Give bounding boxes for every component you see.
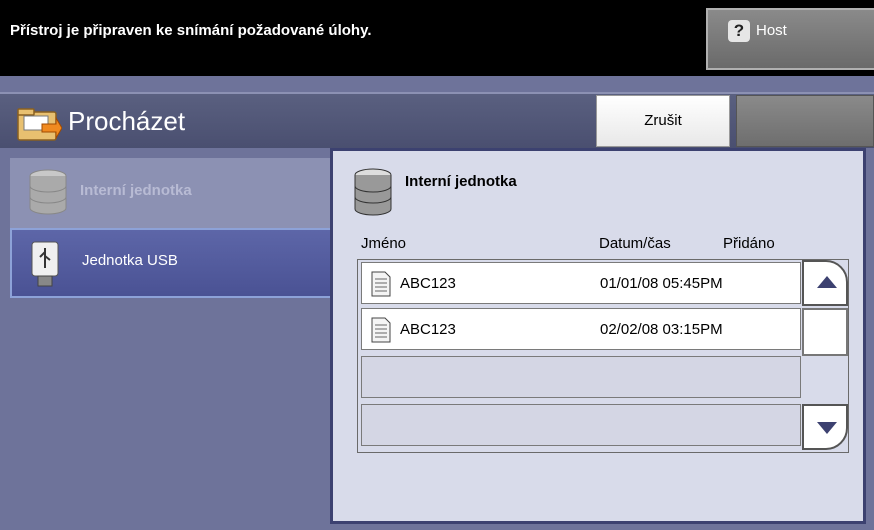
file-datetime: 02/02/08 03:15PM xyxy=(600,321,723,338)
file-name: ABC123 xyxy=(400,275,456,292)
arrow-down-icon xyxy=(817,422,837,434)
empty-row xyxy=(361,356,801,398)
drive-label: Interní jednotka xyxy=(80,182,192,199)
file-row[interactable]: ABC123 02/02/08 03:15PM xyxy=(361,308,801,350)
host-label: Host xyxy=(756,22,787,39)
cancel-button[interactable]: Zrušit xyxy=(596,95,730,147)
scrollbar[interactable] xyxy=(802,260,848,452)
arrow-up-icon xyxy=(817,276,837,288)
status-bar: Přístroj je připraven ke snímání požadov… xyxy=(0,0,874,76)
disabled-button xyxy=(736,95,874,147)
page-title: Procházet xyxy=(68,106,186,136)
drive-item-usb[interactable]: Jednotka USB xyxy=(10,228,342,298)
file-name: ABC123 xyxy=(400,321,456,338)
column-header-name: Jméno xyxy=(361,235,407,252)
help-icon: ? xyxy=(728,20,750,42)
database-icon xyxy=(354,168,392,216)
drive-item-internal: Interní jednotka xyxy=(10,158,342,228)
file-list: ABC123 01/01/08 05:45PM ABC123 02/02/08 … xyxy=(357,259,849,453)
drive-list: Interní jednotka Jednotka USB xyxy=(10,158,342,298)
column-header-datetime: Datum/čas xyxy=(599,235,671,252)
host-button[interactable]: ? Host xyxy=(706,8,874,70)
drive-label: Jednotka USB xyxy=(82,252,178,269)
file-row[interactable]: ABC123 01/01/08 05:45PM xyxy=(361,262,801,304)
scroll-thumb[interactable] xyxy=(802,308,848,356)
scroll-up-button[interactable] xyxy=(802,260,848,306)
main-area: Procházet Zrušit Interní jednotka Jednot… xyxy=(0,76,874,530)
usb-drive-icon xyxy=(31,241,59,287)
database-icon xyxy=(29,169,67,215)
folder-icon xyxy=(17,108,62,141)
file-browser-panel: Interní jednotka Jméno Datum/čas Přidáno… xyxy=(330,148,866,524)
empty-row xyxy=(361,404,801,446)
scroll-down-button[interactable] xyxy=(802,404,848,450)
status-message: Přístroj je připraven ke snímání požadov… xyxy=(10,22,372,39)
document-icon xyxy=(371,317,391,343)
panel-title: Interní jednotka xyxy=(405,173,517,190)
title-bar: Procházet Zrušit xyxy=(0,92,874,148)
file-datetime: 01/01/08 05:45PM xyxy=(600,275,723,292)
document-icon xyxy=(371,271,391,297)
column-header-added: Přidáno xyxy=(723,235,775,252)
